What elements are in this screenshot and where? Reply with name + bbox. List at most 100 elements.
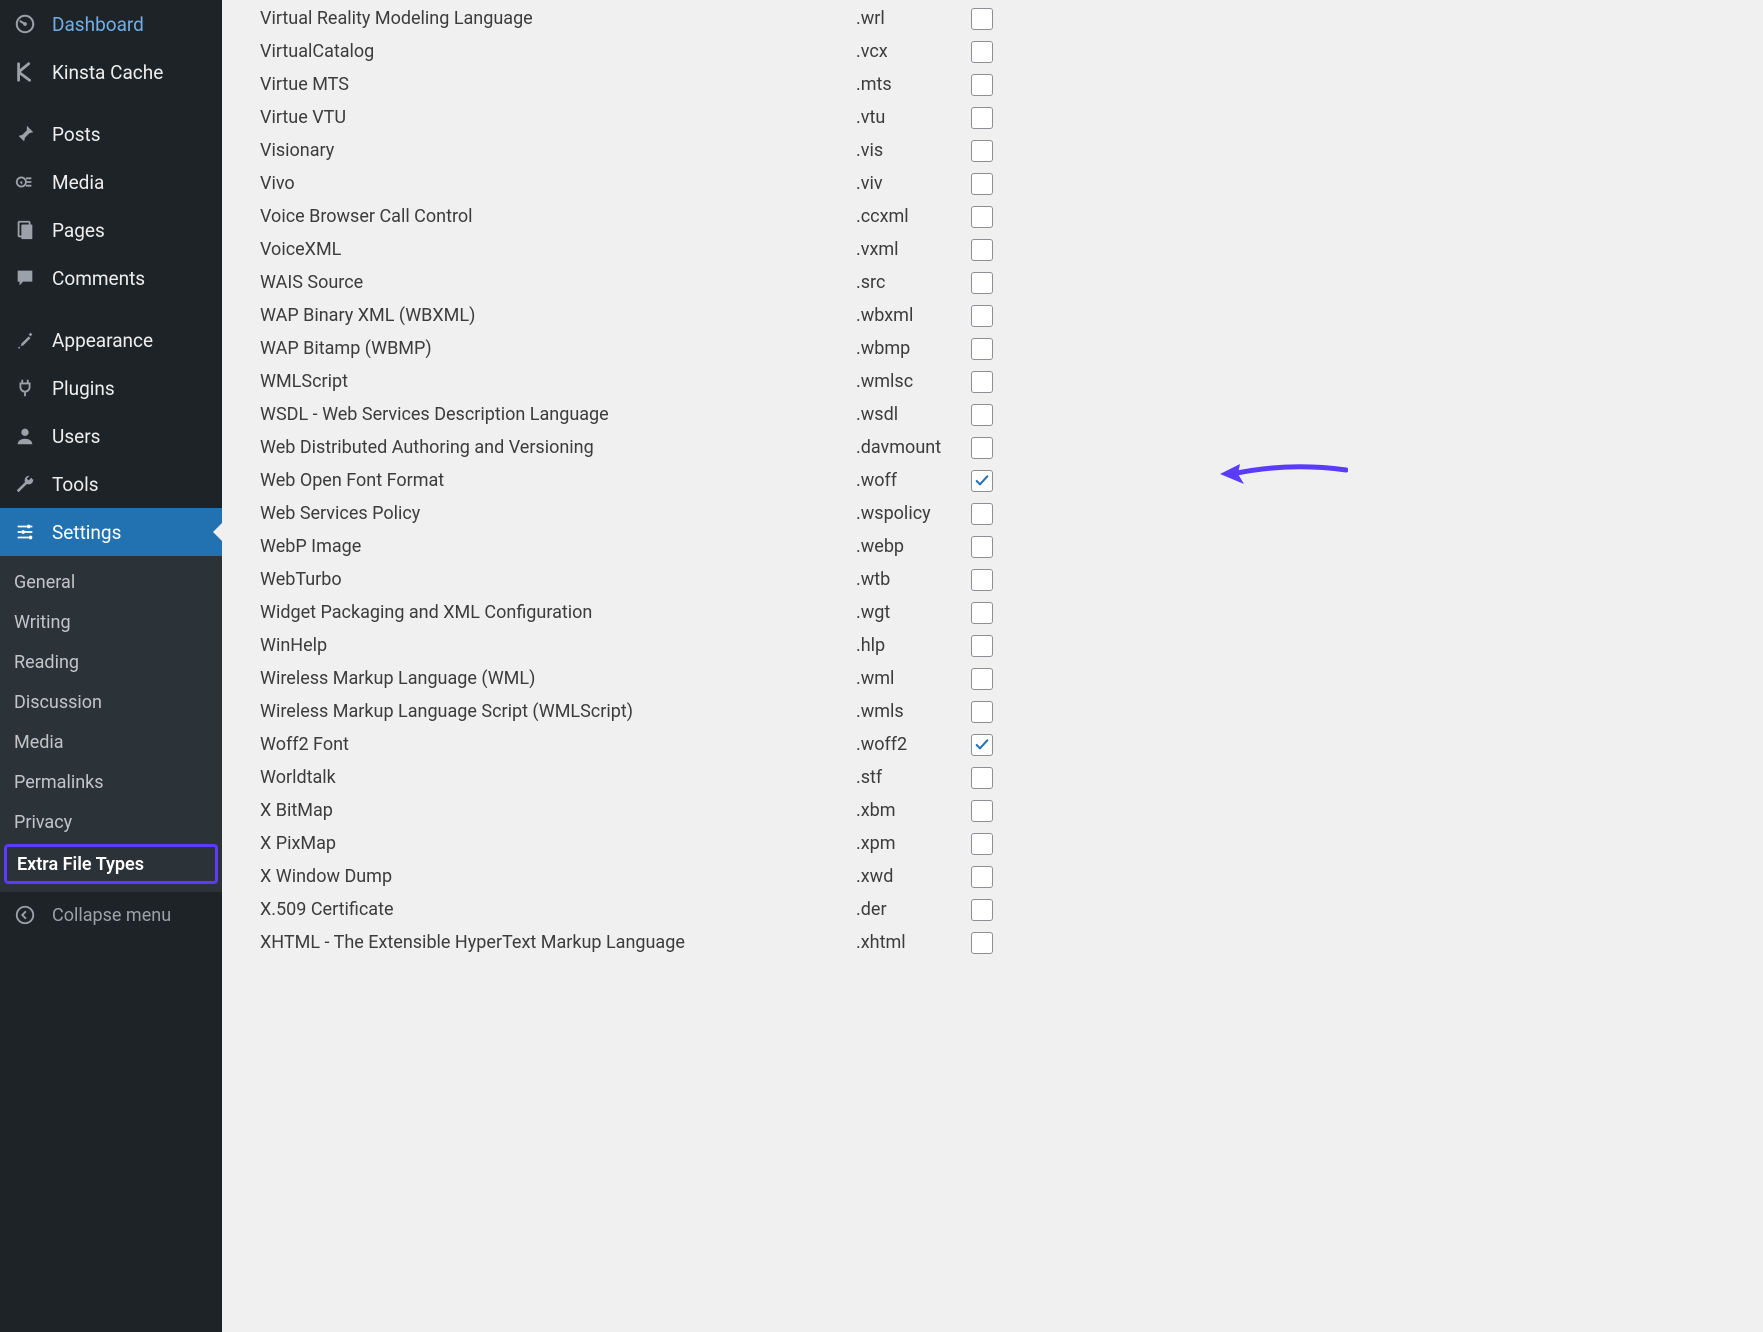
submenu-item-reading[interactable]: Reading bbox=[0, 642, 222, 682]
file-type-extension: .woff bbox=[856, 470, 968, 491]
plug-icon bbox=[12, 375, 38, 401]
collapse-label: Collapse menu bbox=[52, 905, 171, 926]
file-type-row: Woff2 Font.woff2 bbox=[260, 728, 1763, 761]
submenu-item-privacy[interactable]: Privacy bbox=[0, 802, 222, 842]
file-type-extension: .vtu bbox=[856, 107, 968, 128]
enable-checkbox[interactable] bbox=[971, 800, 993, 822]
file-type-extension: .src bbox=[856, 272, 968, 293]
sidebar-item-dashboard[interactable]: Dashboard bbox=[0, 0, 222, 48]
sidebar-item-label: Kinsta Cache bbox=[52, 61, 163, 84]
file-type-row: XHTML - The Extensible HyperText Markup … bbox=[260, 926, 1763, 959]
file-type-row: Worldtalk.stf bbox=[260, 761, 1763, 794]
enable-checkbox[interactable] bbox=[971, 833, 993, 855]
file-type-row: WAIS Source.src bbox=[260, 266, 1763, 299]
enable-checkbox[interactable] bbox=[971, 8, 993, 30]
settings-submenu: General Writing Reading Discussion Media… bbox=[0, 556, 222, 892]
file-type-name: Voice Browser Call Control bbox=[260, 206, 856, 227]
sidebar-item-posts[interactable]: Posts bbox=[0, 110, 222, 158]
enable-checkbox[interactable] bbox=[971, 437, 993, 459]
enable-checkbox[interactable] bbox=[971, 272, 993, 294]
enable-checkbox[interactable] bbox=[971, 338, 993, 360]
file-type-extension: .xhtml bbox=[856, 932, 968, 953]
sidebar-item-tools[interactable]: Tools bbox=[0, 460, 222, 508]
checkbox-cell bbox=[968, 437, 996, 459]
sidebar-item-label: Dashboard bbox=[52, 13, 144, 36]
file-type-name: WAIS Source bbox=[260, 272, 856, 293]
sidebar-item-comments[interactable]: Comments bbox=[0, 254, 222, 302]
enable-checkbox[interactable] bbox=[971, 41, 993, 63]
submenu-item-writing[interactable]: Writing bbox=[0, 602, 222, 642]
enable-checkbox[interactable] bbox=[971, 899, 993, 921]
collapse-menu[interactable]: Collapse menu bbox=[0, 892, 222, 934]
checkbox-cell bbox=[968, 338, 996, 360]
enable-checkbox[interactable] bbox=[971, 536, 993, 558]
sidebar-item-label: Media bbox=[52, 171, 104, 194]
submenu-item-discussion[interactable]: Discussion bbox=[0, 682, 222, 722]
file-type-extension: .wsdl bbox=[856, 404, 968, 425]
settings-page: Virtual Reality Modeling Language.wrlVir… bbox=[222, 0, 1763, 1332]
enable-checkbox[interactable] bbox=[971, 371, 993, 393]
file-type-row: WAP Bitamp (WBMP).wbmp bbox=[260, 332, 1763, 365]
enable-checkbox[interactable] bbox=[971, 668, 993, 690]
enable-checkbox[interactable] bbox=[971, 734, 993, 756]
sidebar-item-settings[interactable]: Settings bbox=[0, 508, 222, 556]
file-type-row: WinHelp.hlp bbox=[260, 629, 1763, 662]
submenu-item-permalinks[interactable]: Permalinks bbox=[0, 762, 222, 802]
file-type-name: X Window Dump bbox=[260, 866, 856, 887]
submenu-item-extra-file-types[interactable]: Extra File Types bbox=[4, 844, 218, 884]
submenu-label: Discussion bbox=[14, 692, 102, 713]
submenu-label: Media bbox=[14, 732, 64, 753]
enable-checkbox[interactable] bbox=[971, 569, 993, 591]
file-type-row: WAP Binary XML (WBXML).wbxml bbox=[260, 299, 1763, 332]
enable-checkbox[interactable] bbox=[971, 107, 993, 129]
enable-checkbox[interactable] bbox=[971, 767, 993, 789]
enable-checkbox[interactable] bbox=[971, 404, 993, 426]
checkbox-cell bbox=[968, 668, 996, 690]
checkbox-cell bbox=[968, 932, 996, 954]
sidebar-item-media[interactable]: Media bbox=[0, 158, 222, 206]
file-type-name: Vivo bbox=[260, 173, 856, 194]
enable-checkbox[interactable] bbox=[971, 470, 993, 492]
sidebar-item-appearance[interactable]: Appearance bbox=[0, 316, 222, 364]
submenu-item-general[interactable]: General bbox=[0, 562, 222, 602]
enable-checkbox[interactable] bbox=[971, 932, 993, 954]
sidebar-item-label: Plugins bbox=[52, 377, 115, 400]
file-type-row: VirtualCatalog.vcx bbox=[260, 35, 1763, 68]
file-type-extension: .vxml bbox=[856, 239, 968, 260]
enable-checkbox[interactable] bbox=[971, 503, 993, 525]
checkbox-cell bbox=[968, 536, 996, 558]
file-type-extension: .ccxml bbox=[856, 206, 968, 227]
file-type-row: WMLScript.wmlsc bbox=[260, 365, 1763, 398]
enable-checkbox[interactable] bbox=[971, 635, 993, 657]
enable-checkbox[interactable] bbox=[971, 173, 993, 195]
file-type-row: Web Distributed Authoring and Versioning… bbox=[260, 431, 1763, 464]
checkbox-cell bbox=[968, 173, 996, 195]
enable-checkbox[interactable] bbox=[971, 239, 993, 261]
file-type-name: WMLScript bbox=[260, 371, 856, 392]
checkbox-cell bbox=[968, 206, 996, 228]
submenu-label: Permalinks bbox=[14, 772, 104, 793]
file-type-row: Widget Packaging and XML Configuration.w… bbox=[260, 596, 1763, 629]
enable-checkbox[interactable] bbox=[971, 140, 993, 162]
enable-checkbox[interactable] bbox=[971, 305, 993, 327]
sidebar-item-users[interactable]: Users bbox=[0, 412, 222, 460]
sidebar-item-plugins[interactable]: Plugins bbox=[0, 364, 222, 412]
enable-checkbox[interactable] bbox=[971, 701, 993, 723]
checkbox-cell bbox=[968, 767, 996, 789]
enable-checkbox[interactable] bbox=[971, 866, 993, 888]
sidebar-item-kinsta-cache[interactable]: Kinsta Cache bbox=[0, 48, 222, 96]
enable-checkbox[interactable] bbox=[971, 602, 993, 624]
user-icon bbox=[12, 423, 38, 449]
submenu-item-media[interactable]: Media bbox=[0, 722, 222, 762]
brush-icon bbox=[12, 327, 38, 353]
file-type-name: Worldtalk bbox=[260, 767, 856, 788]
file-type-extension: .hlp bbox=[856, 635, 968, 656]
sidebar-item-pages[interactable]: Pages bbox=[0, 206, 222, 254]
file-type-extension: .der bbox=[856, 899, 968, 920]
enable-checkbox[interactable] bbox=[971, 74, 993, 96]
sidebar-item-label: Tools bbox=[52, 473, 99, 496]
file-type-name: X PixMap bbox=[260, 833, 856, 854]
enable-checkbox[interactable] bbox=[971, 206, 993, 228]
file-type-name: WebP Image bbox=[260, 536, 856, 557]
sidebar-item-label: Settings bbox=[52, 521, 121, 544]
